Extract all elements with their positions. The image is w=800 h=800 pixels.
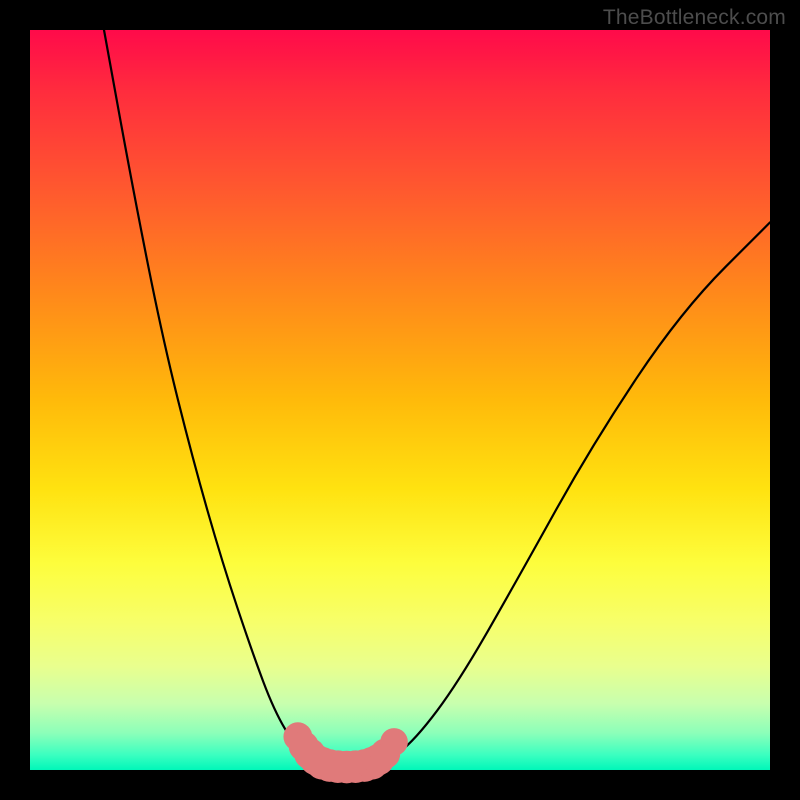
plot-area	[30, 30, 770, 770]
valley-marker	[380, 728, 408, 756]
chart-frame: TheBottleneck.com	[0, 0, 800, 800]
watermark-text: TheBottleneck.com	[603, 6, 786, 30]
valley-markers	[283, 722, 407, 783]
curve-layer	[30, 30, 770, 770]
bottleneck-curve	[104, 30, 770, 768]
